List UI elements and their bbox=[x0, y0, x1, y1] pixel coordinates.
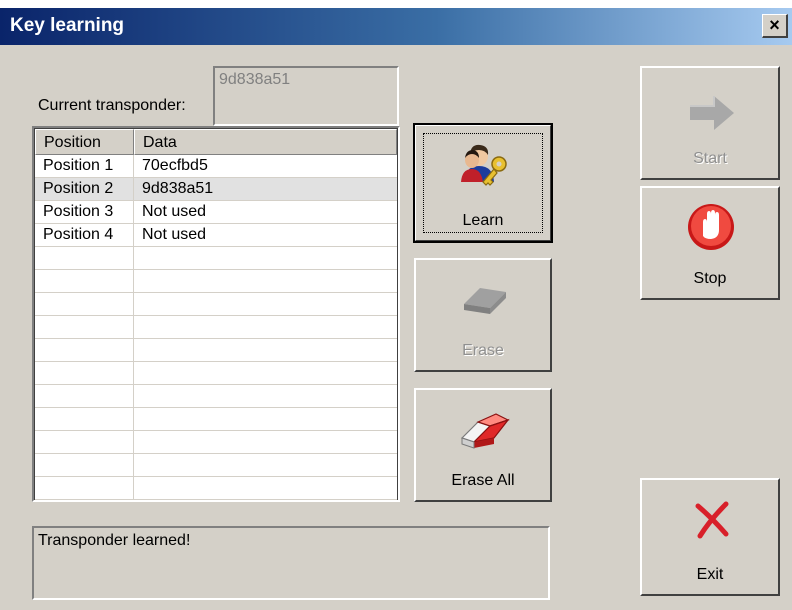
position-cell: Position 4 bbox=[35, 224, 134, 246]
position-cell: Position 2 bbox=[35, 178, 134, 200]
data-cell bbox=[134, 339, 397, 361]
position-cell bbox=[35, 385, 134, 407]
red-eraser-icon bbox=[460, 413, 510, 449]
learn-button[interactable]: Learn bbox=[413, 123, 553, 243]
exit-button-label: Exit bbox=[696, 566, 724, 583]
table-row[interactable] bbox=[35, 477, 397, 500]
table-row[interactable] bbox=[35, 362, 397, 385]
table-row[interactable] bbox=[35, 431, 397, 454]
stop-hand-icon bbox=[688, 204, 734, 250]
position-cell bbox=[35, 477, 134, 499]
position-cell bbox=[35, 270, 134, 292]
position-cell bbox=[35, 431, 134, 453]
positions-list[interactable]: Position Data Position 1 70ecfbd5 Position… bbox=[32, 126, 400, 502]
exit-button[interactable]: Exit bbox=[640, 478, 780, 596]
table-row[interactable]: Position 3 Not used bbox=[35, 201, 397, 224]
current-transponder-field: 9d838a51 bbox=[213, 66, 399, 126]
table-row[interactable] bbox=[35, 408, 397, 431]
window-title: Key learning bbox=[10, 15, 125, 36]
start-button[interactable]: Start bbox=[640, 66, 780, 180]
stop-button[interactable]: Stop bbox=[640, 186, 780, 300]
table-row[interactable]: Position 2 9d838a51 bbox=[35, 178, 397, 201]
data-cell: 9d838a51 bbox=[142, 180, 214, 197]
data-cell bbox=[134, 385, 397, 407]
data-cell bbox=[134, 431, 397, 453]
stop-button-label: Stop bbox=[693, 270, 727, 287]
position-cell bbox=[35, 454, 134, 476]
data-cell: Not used bbox=[142, 203, 207, 220]
start-button-label: Start bbox=[693, 150, 727, 167]
data-cell bbox=[134, 454, 397, 476]
table-row[interactable]: Position 4 Not used bbox=[35, 224, 397, 247]
learn-button-label: Learn bbox=[462, 212, 504, 229]
table-row[interactable] bbox=[35, 247, 397, 270]
erase-all-button-label: Erase All bbox=[451, 472, 515, 489]
column-header-data[interactable]: Data bbox=[134, 129, 397, 155]
close-button[interactable]: × bbox=[762, 14, 788, 38]
person-with-key-icon bbox=[461, 144, 507, 186]
table-row[interactable] bbox=[35, 316, 397, 339]
red-x-icon bbox=[695, 501, 729, 539]
list-rows: Position 1 70ecfbd5 Position 2 9d838a51 Posi… bbox=[35, 155, 397, 500]
erase-button-label: Erase bbox=[462, 342, 504, 359]
position-cell: Position 1 bbox=[35, 155, 134, 177]
status-message: Transponder learned! bbox=[38, 532, 191, 549]
current-transponder-label: Current transponder: bbox=[38, 97, 186, 114]
table-row[interactable] bbox=[35, 385, 397, 408]
table-row[interactable] bbox=[35, 293, 397, 316]
position-cell bbox=[35, 247, 134, 269]
status-message-box: Transponder learned! bbox=[32, 526, 550, 600]
data-cell bbox=[134, 362, 397, 384]
table-row[interactable] bbox=[35, 454, 397, 477]
position-cell bbox=[35, 362, 134, 384]
data-cell bbox=[134, 270, 397, 292]
erase-button[interactable]: Erase bbox=[414, 258, 552, 372]
position-cell bbox=[35, 339, 134, 361]
position-cell: Position 3 bbox=[35, 201, 134, 223]
position-cell bbox=[35, 316, 134, 338]
title-bar[interactable]: Key learning × bbox=[0, 8, 792, 45]
erase-all-button[interactable]: Erase All bbox=[414, 388, 552, 502]
key-learning-dialog: Key learning × Current transponder: 9d83… bbox=[0, 8, 792, 610]
table-row[interactable]: Position 1 70ecfbd5 bbox=[35, 155, 397, 178]
column-header-position[interactable]: Position bbox=[35, 129, 134, 155]
right-arrow-icon bbox=[690, 96, 734, 130]
data-cell: Not used bbox=[142, 226, 207, 243]
data-cell bbox=[134, 247, 397, 269]
position-cell bbox=[35, 293, 134, 315]
list-header: Position Data bbox=[35, 129, 397, 155]
position-cell bbox=[35, 408, 134, 430]
table-row[interactable] bbox=[35, 339, 397, 362]
data-cell bbox=[134, 316, 397, 338]
data-cell bbox=[134, 408, 397, 430]
close-icon: × bbox=[769, 15, 780, 35]
data-cell: 70ecfbd5 bbox=[142, 157, 208, 174]
eraser-block-icon bbox=[464, 288, 506, 314]
data-cell bbox=[134, 477, 397, 499]
table-row[interactable] bbox=[35, 270, 397, 293]
data-cell bbox=[134, 293, 397, 315]
